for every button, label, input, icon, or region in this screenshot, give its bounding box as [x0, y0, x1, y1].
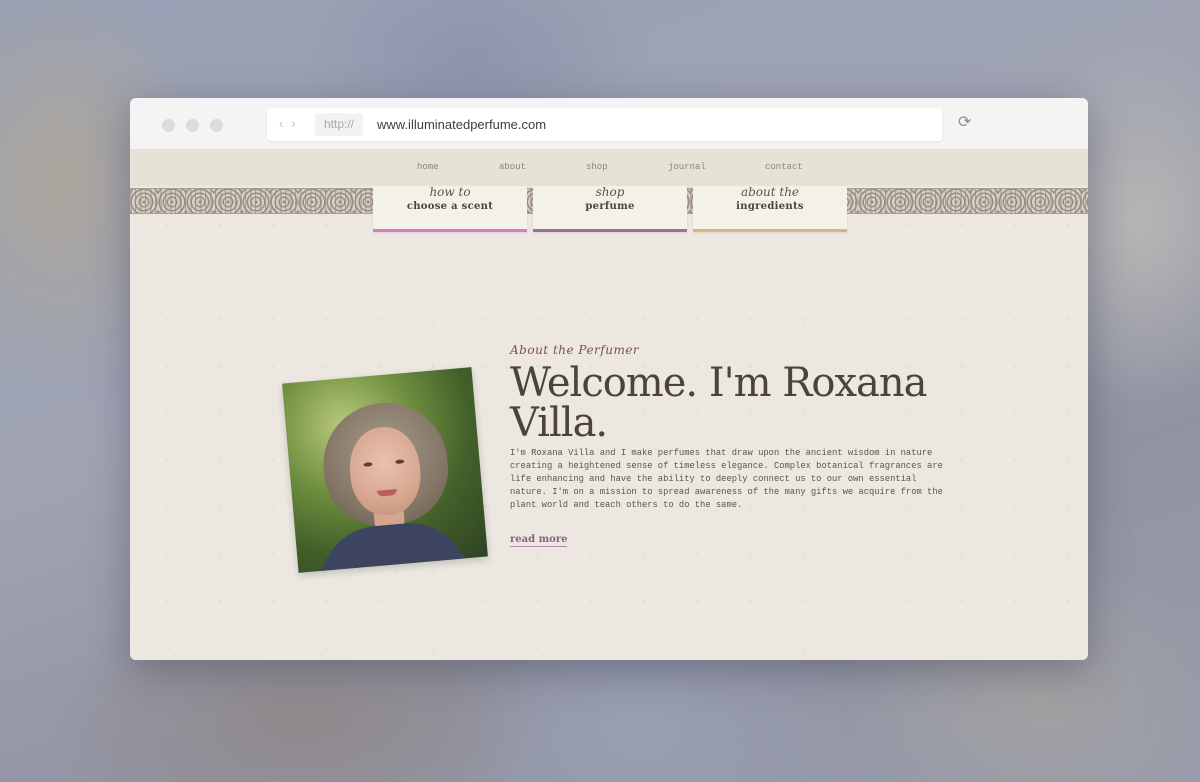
page-title: Welcome. I'm Roxana Villa.: [510, 360, 928, 446]
chevron-left-icon[interactable]: ‹: [279, 116, 291, 131]
bio-paragraph: I'm Roxana Villa and I make perfumes tha…: [510, 448, 943, 510]
tab-title: choose a scent: [406, 201, 494, 212]
nav-item-journal[interactable]: journal: [668, 162, 706, 172]
tab-choose-a-scent[interactable]: how to choose a scent: [373, 186, 527, 232]
reload-icon[interactable]: ⟳: [958, 114, 971, 132]
tab-accent-bar: [373, 229, 527, 232]
tab-script-label: about the: [740, 186, 800, 199]
url-text[interactable]: www.illuminatedperfume.com: [377, 117, 546, 132]
nav-item-shop[interactable]: shop: [586, 162, 608, 172]
tab-title: perfume: [585, 201, 635, 212]
browser-window: ‹› http:// www.illuminatedperfume.com ⟳ …: [130, 98, 1088, 660]
tab-title: ingredients: [736, 201, 804, 212]
window-minimize-button[interactable]: [186, 119, 199, 132]
nav-item-home[interactable]: home: [417, 162, 439, 172]
tab-script-label: how to: [429, 186, 471, 199]
address-bar[interactable]: ‹› http:// www.illuminatedperfume.com: [267, 108, 942, 141]
section-eyebrow: About the Perfumer: [510, 343, 640, 357]
portrait-photo: [282, 367, 488, 573]
nav-arrows: ‹›: [279, 116, 304, 131]
window-maximize-button[interactable]: [210, 119, 223, 132]
tab-accent-bar: [693, 229, 847, 232]
chevron-right-icon[interactable]: ›: [291, 116, 303, 131]
read-more-link[interactable]: read more: [510, 534, 568, 547]
browser-toolbar: ‹› http:// www.illuminatedperfume.com ⟳: [130, 98, 1088, 150]
tab-script-label: shop: [595, 186, 625, 199]
tab-shop-perfume[interactable]: shop perfume: [533, 186, 687, 232]
portrait-shoulders: [315, 518, 472, 573]
window-close-button[interactable]: [162, 119, 175, 132]
tab-about-ingredients[interactable]: about the ingredients: [693, 186, 847, 232]
web-page: home about shop journal contact how to c…: [130, 150, 1088, 660]
tab-accent-bar: [533, 229, 687, 232]
url-protocol: http://: [315, 113, 364, 136]
nav-item-about[interactable]: about: [499, 162, 526, 172]
nav-item-contact[interactable]: contact: [765, 162, 803, 172]
top-nav: home about shop journal contact: [130, 150, 1088, 186]
